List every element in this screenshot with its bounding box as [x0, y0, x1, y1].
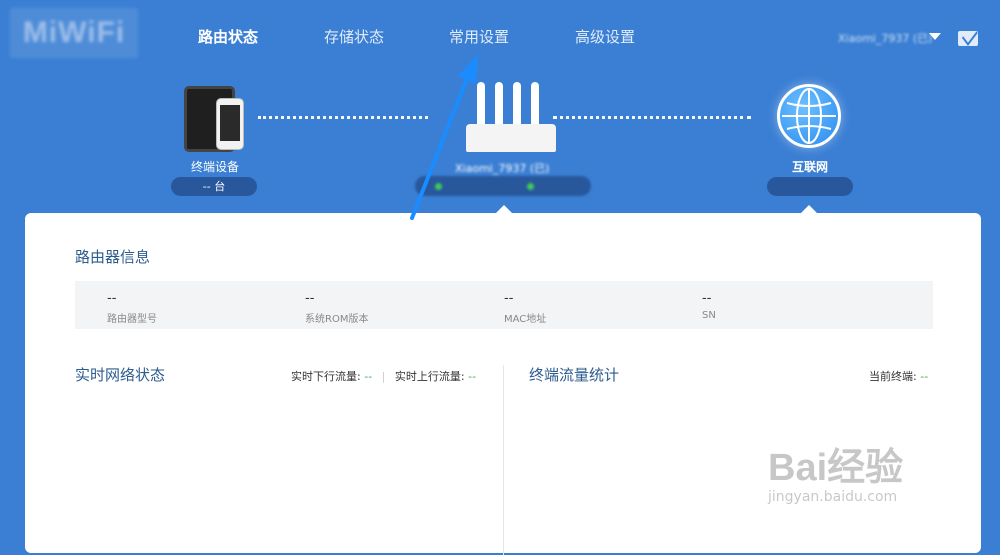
connection-line-left	[258, 116, 428, 119]
watermark-url: jingyan.baidu.com	[768, 489, 898, 505]
up-label: 实时上行流量:	[394, 370, 465, 383]
router-info-bar: -- 路由器型号 -- 系统ROM版本 -- MAC地址 -- SN	[75, 281, 933, 329]
info-label: MAC地址	[504, 314, 547, 325]
down-value: --	[364, 370, 373, 383]
status-dot-icon	[527, 183, 534, 190]
phone-icon	[216, 98, 244, 150]
network-status-title: 实时网络状态	[75, 366, 166, 384]
info-label: 系统ROM版本	[305, 314, 369, 325]
info-model: -- 路由器型号	[107, 291, 157, 325]
info-sn: -- SN	[702, 291, 716, 321]
terminal-devices-label: 终端设备	[190, 160, 239, 174]
mail-icon[interactable]	[958, 31, 978, 46]
antenna	[513, 82, 521, 128]
stat-separator: |	[381, 370, 386, 383]
info-label: 路由器型号	[107, 314, 157, 325]
antenna	[495, 82, 503, 128]
tab-storage-status[interactable]: 存储状态	[324, 26, 384, 47]
internet-status-pill[interactable]	[767, 177, 853, 196]
user-menu-label[interactable]: Xiaomi_7937 (已)	[838, 30, 932, 46]
info-value: --	[305, 291, 315, 306]
top-bar: MiWiFi 路由状态 存储状态 常用设置 高级设置 Xiaomi_7937 (…	[0, 0, 1000, 70]
baidu-watermark: Bai经验 jingyan.baidu.com	[768, 436, 903, 505]
info-value: --	[504, 291, 514, 306]
info-value: --	[107, 291, 117, 306]
antenna	[477, 82, 485, 128]
info-label: SN	[702, 310, 716, 321]
router-icon[interactable]	[466, 82, 556, 154]
up-value: --	[468, 370, 477, 383]
router-status-pill[interactable]	[415, 176, 591, 196]
info-mac: -- MAC地址	[504, 291, 546, 325]
tab-advanced-settings[interactable]: 高级设置	[575, 26, 635, 47]
watermark-logo: Bai经验	[768, 447, 904, 489]
status-dot-icon	[435, 183, 442, 190]
current-terminal-label: 当前终端:	[869, 370, 917, 383]
terminal-count-pill[interactable]: -- 台	[171, 177, 257, 196]
network-stats: 实时下行流量: -- | 实时上行流量: --	[291, 368, 476, 384]
router-name: Xiaomi_7937 (已)	[455, 162, 550, 175]
terminal-devices-icon[interactable]	[184, 86, 248, 152]
connection-line-right	[553, 116, 751, 119]
info-value: --	[702, 291, 712, 306]
tab-router-status[interactable]: 路由状态	[198, 26, 258, 47]
current-terminal-stat: 当前终端: --	[869, 368, 928, 384]
info-rom: -- 系统ROM版本	[305, 291, 368, 325]
router-info-title: 路由器信息	[75, 248, 151, 266]
tab-common-settings[interactable]: 常用设置	[449, 26, 509, 47]
column-divider	[503, 365, 504, 555]
current-terminal-value: --	[920, 370, 929, 383]
traffic-stats-title: 终端流量统计	[529, 366, 620, 384]
antenna	[531, 82, 539, 128]
router-body	[466, 124, 556, 152]
internet-globe-icon[interactable]	[777, 84, 841, 148]
internet-label: 互联网	[791, 160, 828, 174]
chevron-down-icon[interactable]	[929, 33, 941, 40]
down-label: 实时下行流量:	[291, 370, 361, 383]
